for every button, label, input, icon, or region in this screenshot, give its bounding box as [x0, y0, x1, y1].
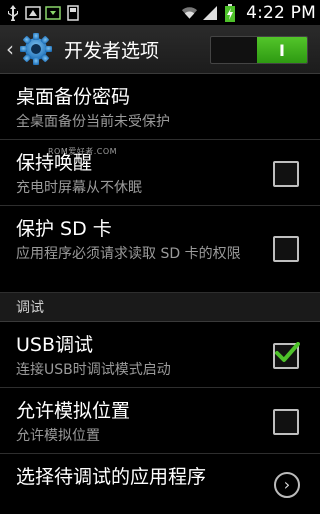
download-icon: [44, 4, 61, 21]
back-button[interactable]: ‹: [2, 37, 18, 61]
mock-location-checkbox[interactable]: [273, 409, 299, 435]
item-title: 允许模拟位置: [16, 400, 131, 422]
wifi-icon: [181, 4, 198, 21]
battery-icon: [221, 3, 238, 22]
list-item[interactable]: 桌面备份密码 全桌面备份当前未受保护: [0, 74, 320, 140]
page-title: 开发者选项: [64, 39, 160, 62]
list-item[interactable]: 选择待调试的应用程序 ›: [0, 454, 320, 514]
usb-debugging-checkbox[interactable]: [273, 342, 300, 369]
usb-storage-icon: [64, 4, 81, 21]
protect-sd-checkbox[interactable]: [273, 236, 299, 262]
item-subtitle: 应用程序必须请求读取 SD 卡的权限: [16, 246, 241, 262]
item-subtitle: 充电时屏幕从不休眠: [16, 180, 142, 196]
list-item[interactable]: 允许模拟位置 允许模拟位置: [0, 388, 320, 454]
item-subtitle: 允许模拟位置: [16, 428, 100, 444]
list-item[interactable]: 保护 SD 卡 应用程序必须请求读取 SD 卡的权限: [0, 206, 320, 293]
item-title: 保护 SD 卡: [16, 218, 112, 240]
signal-icon: [201, 4, 218, 21]
usb-icon: [4, 4, 21, 21]
gear-icon[interactable]: [18, 31, 54, 67]
watermark: ROM爱好者.COM: [48, 147, 118, 156]
status-bar: 4:22 PM: [0, 0, 320, 25]
stay-awake-checkbox[interactable]: [273, 161, 299, 187]
item-subtitle: 连接USB时调试模式启动: [16, 362, 171, 378]
list-item[interactable]: 保持唤醒 充电时屏幕从不休眠 ROM爱好者.COM: [0, 140, 320, 206]
action-bar: ‹ 开发者选项 I: [0, 25, 320, 74]
checkmark-icon: [275, 342, 300, 362]
item-subtitle: 全桌面备份当前未受保护: [16, 114, 170, 130]
item-title: USB调试: [16, 334, 94, 356]
status-right: 4:22 PM: [181, 0, 316, 25]
item-title: 选择待调试的应用程序: [16, 466, 207, 488]
clock: 4:22 PM: [246, 2, 316, 23]
list-item[interactable]: USB调试 连接USB时调试模式启动: [0, 322, 320, 388]
chevron-right-icon[interactable]: ›: [274, 472, 300, 498]
screenshot-icon: [24, 4, 41, 21]
developer-options-toggle[interactable]: I: [210, 36, 308, 64]
section-header: 调试: [0, 293, 320, 322]
toggle-on-knob: I: [257, 37, 307, 63]
item-title: 桌面备份密码: [16, 86, 131, 108]
